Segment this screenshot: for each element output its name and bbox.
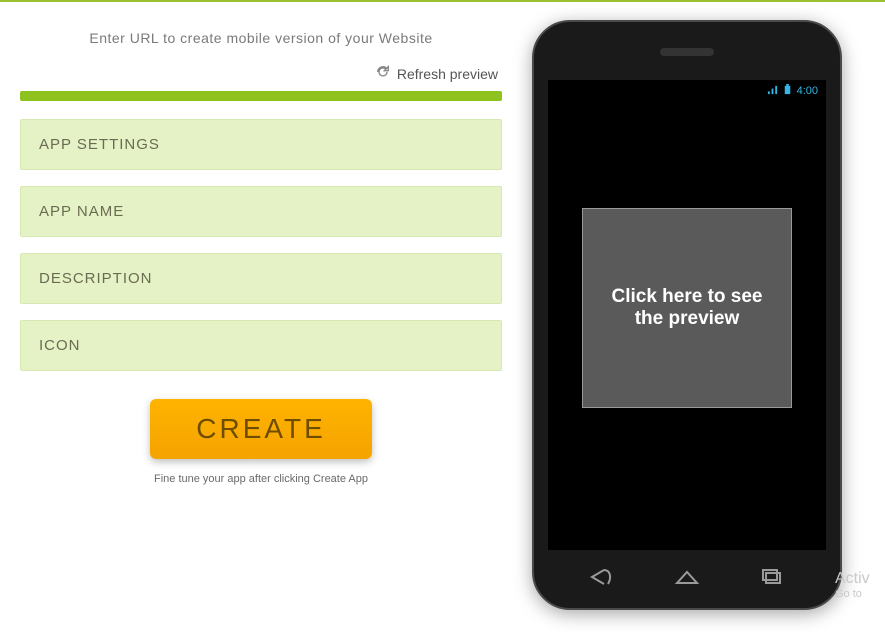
accordion-label: APP SETTINGS xyxy=(39,136,160,153)
back-icon[interactable] xyxy=(586,567,616,592)
accordion-description[interactable]: DESCRIPTION xyxy=(20,253,502,304)
fine-tune-hint: Fine tune your app after clicking Create… xyxy=(20,473,502,485)
create-button[interactable]: CREATE xyxy=(150,399,372,459)
preview-column: 4:00 Click here to see the preview xyxy=(532,2,842,610)
accordion-label: APP NAME xyxy=(39,203,124,220)
signal-icon xyxy=(767,84,778,98)
form-column: Enter URL to create mobile version of yo… xyxy=(12,2,502,610)
refresh-label: Refresh preview xyxy=(397,66,498,82)
url-prompt: Enter URL to create mobile version of yo… xyxy=(20,30,502,46)
main-container: Enter URL to create mobile version of yo… xyxy=(0,2,885,610)
refresh-icon xyxy=(375,64,391,83)
accordion-app-name[interactable]: APP NAME xyxy=(20,186,502,237)
phone-frame: 4:00 Click here to see the preview xyxy=(532,20,842,610)
progress-bar xyxy=(20,91,502,101)
android-nav-bar xyxy=(534,567,840,592)
preview-text: Click here to see the preview xyxy=(601,286,773,330)
create-section: CREATE Fine tune your app after clicking… xyxy=(20,399,502,485)
recent-icon[interactable] xyxy=(758,567,788,592)
refresh-preview-link[interactable]: Refresh preview xyxy=(20,64,502,83)
phone-screen: 4:00 Click here to see the preview xyxy=(548,80,826,550)
battery-icon xyxy=(782,84,793,98)
accordion-label: ICON xyxy=(39,337,81,354)
accordion-label: DESCRIPTION xyxy=(39,270,153,287)
accordion-icon[interactable]: ICON xyxy=(20,320,502,371)
phone-earpiece xyxy=(660,48,714,56)
status-bar: 4:00 xyxy=(767,84,818,98)
home-icon[interactable] xyxy=(672,567,702,592)
accordion-app-settings[interactable]: APP SETTINGS xyxy=(20,119,502,170)
status-time: 4:00 xyxy=(797,85,818,97)
preview-placeholder[interactable]: Click here to see the preview xyxy=(582,208,792,408)
